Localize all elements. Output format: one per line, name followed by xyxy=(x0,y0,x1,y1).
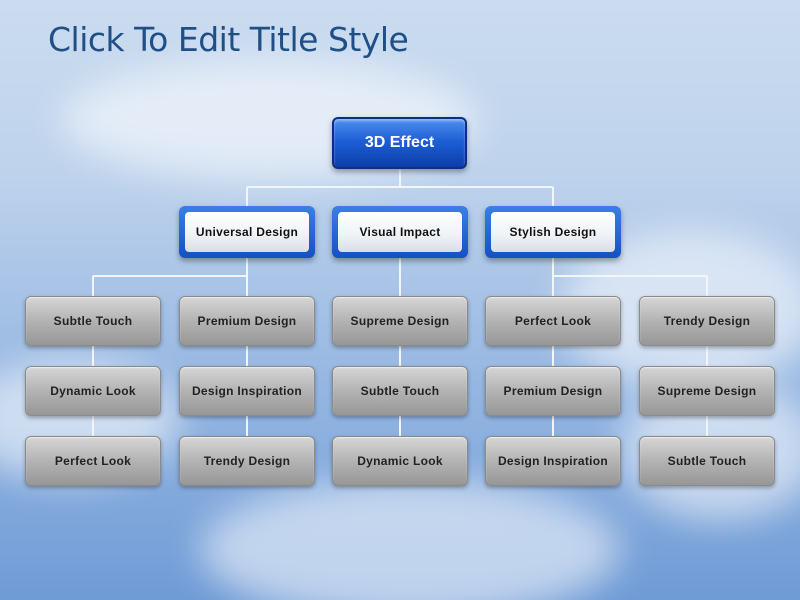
group-node-visual-impact[interactable]: Visual Impact xyxy=(332,206,468,258)
leaf-node[interactable]: Subtle Touch xyxy=(25,296,161,346)
group-node-label: Universal Design xyxy=(185,212,309,252)
leaf-node[interactable]: Supreme Design xyxy=(639,366,775,416)
group-node-label: Stylish Design xyxy=(491,212,615,252)
root-node[interactable]: 3D Effect xyxy=(332,117,467,169)
leaf-node[interactable]: Trendy Design xyxy=(179,436,315,486)
leaf-node[interactable]: Design Inspiration xyxy=(179,366,315,416)
slide: Click To Edit Title Style 3D Effect Univ… xyxy=(0,0,800,600)
leaf-node[interactable]: Perfect Look xyxy=(485,296,621,346)
leaf-node[interactable]: Dynamic Look xyxy=(25,366,161,416)
leaf-node[interactable]: Design Inspiration xyxy=(485,436,621,486)
group-node-universal-design[interactable]: Universal Design xyxy=(179,206,315,258)
leaf-node[interactable]: Subtle Touch xyxy=(639,436,775,486)
group-node-stylish-design[interactable]: Stylish Design xyxy=(485,206,621,258)
leaf-node[interactable]: Premium Design xyxy=(179,296,315,346)
leaf-node[interactable]: Dynamic Look xyxy=(332,436,468,486)
leaf-node[interactable]: Premium Design xyxy=(485,366,621,416)
leaf-node[interactable]: Subtle Touch xyxy=(332,366,468,416)
leaf-node[interactable]: Supreme Design xyxy=(332,296,468,346)
leaf-node[interactable]: Trendy Design xyxy=(639,296,775,346)
leaf-node[interactable]: Perfect Look xyxy=(25,436,161,486)
group-node-label: Visual Impact xyxy=(338,212,462,252)
